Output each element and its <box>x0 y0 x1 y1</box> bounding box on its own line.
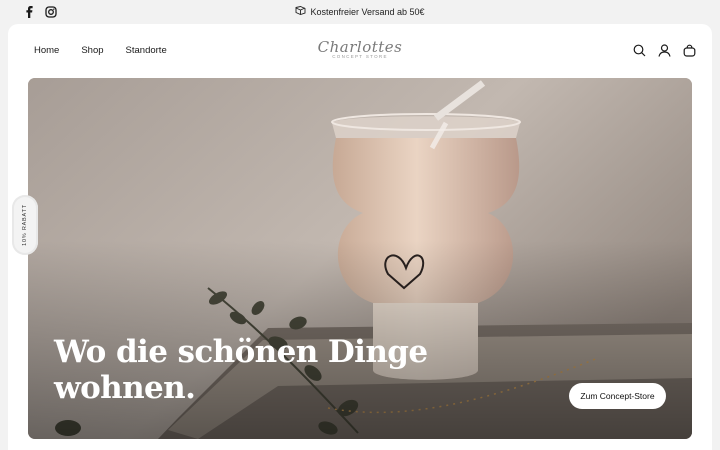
discount-tab[interactable]: 10% RABATT <box>12 195 38 255</box>
shipping-text: Kostenfreier Versand ab 50€ <box>310 6 425 17</box>
header-actions <box>633 44 696 57</box>
announcement-bar: Kostenfreier Versand ab 50€ <box>0 0 720 24</box>
hero-headline: Wo die schönen Dinge wohnen. <box>54 334 428 406</box>
truck-icon <box>295 6 306 17</box>
search-icon[interactable] <box>633 44 646 57</box>
account-icon[interactable] <box>658 44 671 57</box>
shipping-notice: Kostenfreier Versand ab 50€ <box>0 6 720 17</box>
concept-store-button[interactable]: Zum Concept-Store <box>569 383 666 409</box>
hero-banner: Wo die schönen Dinge wohnen. Zum Concept… <box>28 78 692 439</box>
logo-tagline: CONCEPT STORE <box>332 54 388 59</box>
discount-tab-label: 10% RABATT <box>22 204 29 246</box>
cart-icon[interactable] <box>683 44 696 57</box>
store-logo[interactable]: Charlottes CONCEPT STORE <box>8 38 712 59</box>
main-panel: Home Shop Standorte Charlottes CONCEPT S… <box>8 24 712 450</box>
